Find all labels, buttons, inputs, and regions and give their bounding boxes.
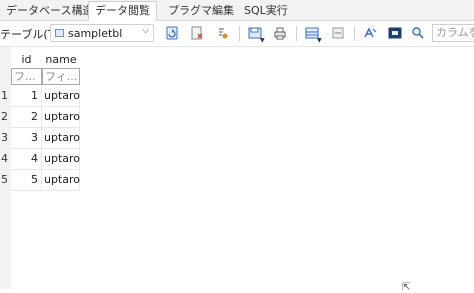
toolbar-separator xyxy=(354,26,355,41)
find-icon[interactable] xyxy=(410,25,426,41)
table-cell-name[interactable]: uptaro xyxy=(42,128,80,149)
chevron-down-icon[interactable]: ▼ xyxy=(260,37,265,44)
delete-record-icon[interactable] xyxy=(330,25,346,41)
table-cell-name[interactable]: uptaro xyxy=(42,170,80,191)
table-cell-name[interactable]: uptaro xyxy=(42,107,80,128)
table-cell-id[interactable]: 1 xyxy=(11,86,42,107)
column-filter-input[interactable]: カラムをフ xyxy=(432,24,474,42)
table-icon xyxy=(55,29,64,37)
clear-filters-icon[interactable] xyxy=(189,25,205,41)
column-header-name[interactable]: name xyxy=(42,52,80,68)
table-cell-name[interactable]: uptaro xyxy=(42,149,80,170)
chevron-down-icon: ⌵ xyxy=(142,26,149,36)
tab-execute-sql[interactable]: SQL実行 xyxy=(238,2,294,19)
mouse-cursor-icon: ⇱ xyxy=(402,282,411,293)
tab-browse-data[interactable]: データ閲覧 xyxy=(88,1,157,21)
row-number[interactable]: 5 xyxy=(1,170,11,191)
filter-input-name[interactable]: フィ... xyxy=(42,68,80,85)
browse-toolbar: テーブル(T): sampletbl ⌵ ▼ ▼ カラムをフ xyxy=(0,21,474,47)
column-header-id[interactable]: id xyxy=(11,52,42,68)
tab-edit-pragmas[interactable]: プラグマ編集 xyxy=(162,2,240,19)
toolbar-separator xyxy=(239,26,240,41)
table-cell-id[interactable]: 3 xyxy=(11,128,42,149)
table-select[interactable]: sampletbl ⌵ xyxy=(50,24,154,42)
toolbar-separator xyxy=(296,26,297,41)
table-cell-id[interactable]: 5 xyxy=(11,170,42,191)
tab-bar: データベース構造 データ閲覧 プラグマ編集 SQL実行 xyxy=(0,0,474,21)
row-number[interactable]: 1 xyxy=(1,86,11,107)
chevron-down-icon[interactable]: ▼ xyxy=(317,37,322,44)
table-cell-id[interactable]: 2 xyxy=(11,107,42,128)
goto-icon[interactable] xyxy=(387,25,403,41)
table-select-value: sampletbl xyxy=(68,27,123,40)
clear-sort-icon[interactable] xyxy=(215,25,231,41)
table-cell-id[interactable]: 4 xyxy=(11,149,42,170)
refresh-icon[interactable] xyxy=(164,25,180,41)
filter-input-id[interactable]: フ... xyxy=(11,68,42,85)
set-encoding-icon[interactable] xyxy=(362,25,378,41)
row-number[interactable]: 4 xyxy=(1,149,11,170)
table-cell-name[interactable]: uptaro xyxy=(42,86,80,107)
row-number[interactable]: 2 xyxy=(1,107,11,128)
tab-database-structure[interactable]: データベース構造 xyxy=(0,2,99,19)
print-icon[interactable] xyxy=(272,25,288,41)
row-number[interactable]: 3 xyxy=(1,128,11,149)
